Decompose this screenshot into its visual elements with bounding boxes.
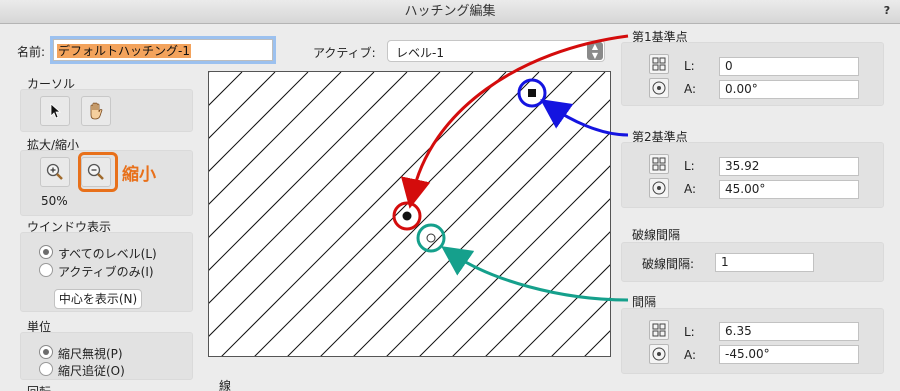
- dash-spacing-field[interactable]: 1: [715, 253, 814, 272]
- ref2-l-label: L:: [684, 159, 695, 173]
- ref1-a-label: A:: [684, 82, 697, 96]
- hatch-line: [209, 72, 375, 238]
- spacing-panel: L: 6.35 A: -45.00°: [621, 308, 884, 374]
- hatch-line: [485, 231, 610, 356]
- hatch-line: [209, 72, 441, 304]
- hatch-line: [452, 198, 610, 356]
- shrink-annotation: 縮小: [122, 165, 156, 185]
- hand-cursor-button[interactable]: [81, 96, 111, 126]
- spacing-l-field[interactable]: 6.35: [719, 322, 859, 341]
- active-level-value: レベル-1: [396, 46, 444, 60]
- units-panel: 縮尺無視(P) 縮尺追従(O): [20, 332, 193, 380]
- show-center-button[interactable]: 中心を表示(N): [54, 289, 142, 309]
- active-level-select[interactable]: レベル-1 ▲ ▼: [387, 40, 605, 62]
- hatch-line: [209, 72, 474, 337]
- hatch-line: [209, 72, 309, 172]
- hatch-line: [209, 72, 243, 106]
- target-icon: [652, 347, 666, 361]
- active-label: アクティブ:: [313, 46, 376, 60]
- rotation-label: 回転: [27, 383, 51, 391]
- hatch-line: [551, 297, 610, 356]
- hatch-line: [353, 99, 610, 356]
- hatch-line: [209, 72, 408, 271]
- ignore-scale-label: 縮尺無視(P): [58, 347, 123, 361]
- hatch-line: [584, 330, 610, 356]
- ref1-l-label: L:: [684, 59, 695, 73]
- hatch-lines: [209, 72, 610, 356]
- radio-active-only[interactable]: [39, 263, 53, 277]
- polar-button[interactable]: [649, 178, 669, 198]
- ref1-panel: L: 0 A: 0.00°: [621, 42, 884, 106]
- dash-spacing-panel: 破線間隔: 1: [621, 242, 884, 282]
- spacing-a-field[interactable]: -45.00°: [719, 345, 859, 364]
- radio-follow-scale[interactable]: [39, 362, 53, 376]
- name-value: デフォルトハッチング-1: [57, 44, 191, 58]
- grid-snap-button[interactable]: [649, 320, 669, 340]
- ref2-panel: L: 35.92 A: 45.00°: [621, 142, 884, 208]
- title-bar: ハッチング編集 ?: [0, 0, 900, 24]
- chevron-updown-icon: ▲ ▼: [587, 42, 603, 60]
- zoom-out-highlight: [78, 152, 118, 192]
- hatch-line: [518, 264, 610, 356]
- hatch-line: [419, 165, 610, 356]
- zoom-in-icon: [46, 163, 63, 180]
- target-icon: [652, 181, 666, 195]
- grid-snap-button[interactable]: [649, 154, 669, 174]
- grid-icon: [652, 57, 666, 71]
- grid-snap-button[interactable]: [649, 54, 669, 74]
- zoom-in-button[interactable]: [40, 157, 70, 187]
- all-levels-label: すべてのレベル(L): [58, 247, 157, 261]
- follow-scale-label: 縮尺追従(O): [58, 364, 125, 378]
- spacing-a-label: A:: [684, 348, 697, 362]
- ref2-a-label: A:: [684, 182, 697, 196]
- polar-button[interactable]: [649, 78, 669, 98]
- spacing-l-label: L:: [684, 325, 695, 339]
- ref2-l-field[interactable]: 35.92: [719, 157, 859, 176]
- dash-spacing-label: 破線間隔:: [642, 257, 695, 271]
- hatch-preview-canvas[interactable]: [208, 71, 611, 357]
- active-only-label: アクティブのみ(I): [58, 265, 154, 279]
- window-title: ハッチング編集: [404, 4, 496, 19]
- arrow-pointer-icon: [50, 103, 62, 119]
- grid-icon: [652, 323, 666, 337]
- hatch-line: [209, 72, 342, 205]
- dash-spacing-title: 破線間隔: [632, 228, 681, 242]
- name-field[interactable]: デフォルトハッチング-1: [53, 39, 273, 61]
- radio-ignore-scale[interactable]: [39, 345, 53, 359]
- ref1-l-field[interactable]: 0: [719, 57, 859, 76]
- line-label: 線: [219, 379, 232, 391]
- arrow-cursor-button[interactable]: [40, 96, 70, 126]
- radio-all-levels[interactable]: [39, 245, 53, 259]
- ref2-a-field[interactable]: 45.00°: [719, 180, 859, 199]
- grid-icon: [652, 157, 666, 171]
- cursor-panel: [20, 89, 193, 132]
- hand-icon: [90, 102, 103, 120]
- target-icon: [652, 81, 666, 95]
- polar-button[interactable]: [649, 344, 669, 364]
- help-button[interactable]: ?: [880, 3, 894, 19]
- name-label: 名前:: [17, 45, 46, 59]
- zoom-percent: 50%: [41, 194, 68, 208]
- ref1-a-field[interactable]: 0.00°: [719, 80, 859, 99]
- window-display-panel: すべてのレベル(L) アクティブのみ(I) 中心を表示(N): [20, 232, 193, 312]
- hatch-line: [386, 132, 610, 356]
